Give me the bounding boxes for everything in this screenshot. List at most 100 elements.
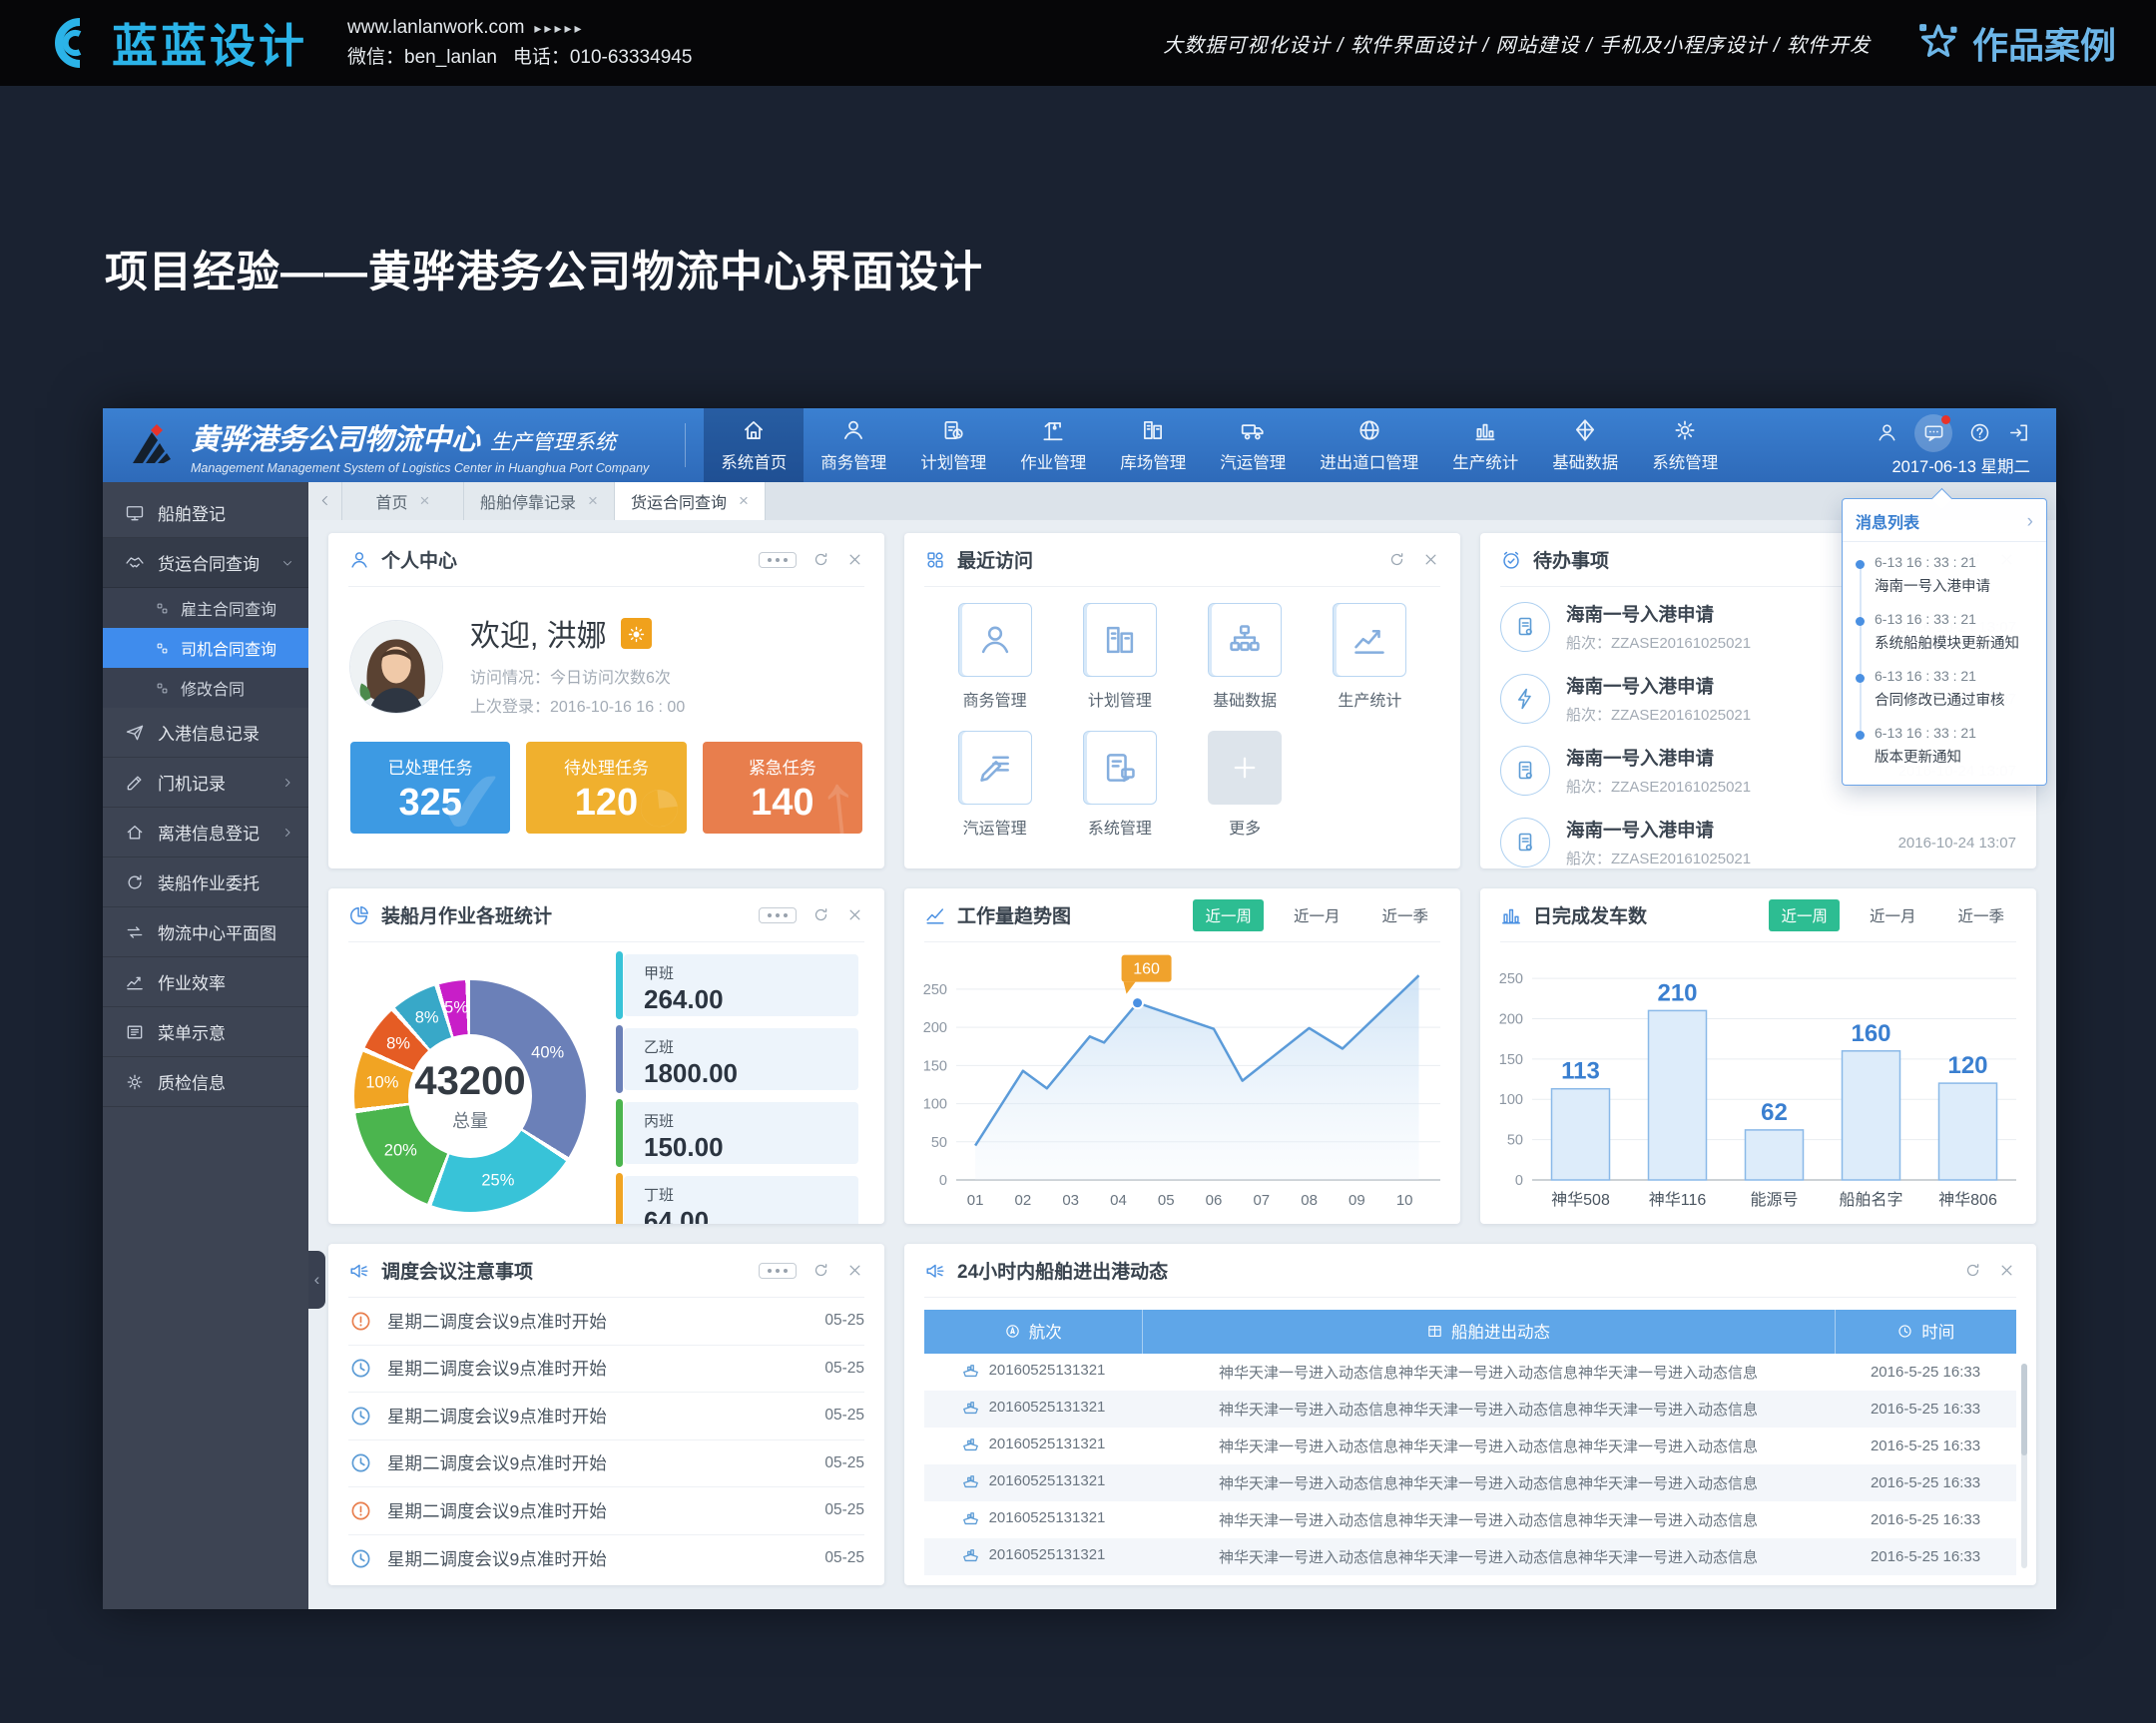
- refresh-button[interactable]: [1387, 550, 1406, 569]
- message-item-0[interactable]: 6-13 16 : 33 : 21海南一号入港申请: [1853, 547, 2034, 604]
- todo-item-3[interactable]: 海南一号入港申请船次：ZZASE20161025021 2016-10-24 1…: [1500, 807, 2016, 868]
- nav-item-0[interactable]: 系统首页: [704, 408, 804, 482]
- user-account-button[interactable]: [1876, 421, 1898, 444]
- table-row-2[interactable]: 20160525131321 神华天津一号进入动态信息神华天津一号进入动态信息神…: [924, 1428, 2016, 1464]
- more-options-button[interactable]: [759, 1263, 797, 1279]
- meeting-item-0[interactable]: 星期二调度会议9点准时开始05-25: [348, 1298, 864, 1346]
- close-card-button[interactable]: [1421, 550, 1440, 569]
- svg-text:10: 10: [1396, 1192, 1413, 1209]
- todo-item-icon: [1500, 602, 1550, 652]
- main-nav: 系统首页商务管理计划管理作业管理库场管理汽运管理进出道口管理生产统计基础数据系统…: [704, 408, 1876, 482]
- nav-item-5[interactable]: 汽运管理: [1203, 408, 1303, 482]
- table-row-1[interactable]: 20160525131321 神华天津一号进入动态信息神华天津一号进入动态信息神…: [924, 1391, 2016, 1428]
- close-card-button[interactable]: [1997, 1261, 2016, 1280]
- shortcut-1[interactable]: 计划管理: [1083, 603, 1157, 711]
- sidebar-subitem-1-2[interactable]: 修改合同: [103, 668, 308, 708]
- pendoc-icon: [976, 749, 1014, 787]
- meeting-item-2[interactable]: 星期二调度会议9点准时开始05-25: [348, 1393, 864, 1440]
- close-card-button[interactable]: [845, 550, 864, 569]
- sidebar-item-1[interactable]: 货运合同查询: [103, 538, 308, 588]
- tab-0[interactable]: 首页×: [342, 482, 464, 520]
- nav-item-9[interactable]: 系统管理: [1635, 408, 1735, 482]
- table-row-5[interactable]: 20160525131321 神华天津一号进入动态信息神华天津一号进入动态信息神…: [924, 1538, 2016, 1575]
- range-toggle-0[interactable]: 近一周: [1769, 899, 1840, 931]
- message-item-3[interactable]: 6-13 16 : 33 : 21版本更新通知: [1853, 718, 2034, 775]
- shortcut-3[interactable]: 生产统计: [1333, 603, 1406, 711]
- todo-subtitle: 船次：ZZASE20161025021: [1566, 704, 1751, 725]
- range-toggle-1[interactable]: 近一月: [1282, 899, 1352, 931]
- exit-icon: [2007, 421, 2030, 444]
- sidebar-subitem-1-0[interactable]: 雇主合同查询: [103, 588, 308, 628]
- table-row-0[interactable]: 20160525131321 神华天津一号进入动态信息神华天津一号进入动态信息神…: [924, 1354, 2016, 1391]
- message-item-2[interactable]: 6-13 16 : 33 : 21合同修改已通过审核: [1853, 661, 2034, 718]
- table-row-3[interactable]: 20160525131321 神华天津一号进入动态信息神华天津一号进入动态信息神…: [924, 1464, 2016, 1501]
- nav-item-2[interactable]: 计划管理: [903, 408, 1003, 482]
- more-options-button[interactable]: [759, 552, 797, 568]
- tab-2[interactable]: 货运合同查询×: [615, 482, 766, 520]
- sidebar-collapse-handle[interactable]: ‹: [308, 1251, 325, 1309]
- meeting-item-5[interactable]: 星期二调度会议9点准时开始05-25: [348, 1535, 864, 1583]
- sidebar-item-0[interactable]: 船舶登记: [103, 488, 308, 538]
- tab-close-icon[interactable]: ×: [739, 491, 749, 511]
- welcome-text: 欢迎, 洪娜: [470, 611, 607, 655]
- nav-item-6[interactable]: 进出道口管理: [1303, 408, 1435, 482]
- more-options-button[interactable]: [759, 907, 797, 923]
- tab-1[interactable]: 船舶停靠记录×: [464, 482, 615, 520]
- tab-close-icon[interactable]: ×: [588, 491, 598, 511]
- tab-scroll-left-button[interactable]: [308, 482, 342, 520]
- close-card-button[interactable]: [845, 1261, 864, 1280]
- range-toggle-2[interactable]: 近一季: [1369, 899, 1440, 931]
- nav-item-8[interactable]: 基础数据: [1535, 408, 1635, 482]
- svg-text:神华116: 神华116: [1649, 1191, 1707, 1209]
- table-row-4[interactable]: 20160525131321 神华天津一号进入动态信息神华天津一号进入动态信息神…: [924, 1501, 2016, 1538]
- sidebar-item-9[interactable]: 质检信息: [103, 1057, 308, 1107]
- user-icon: [976, 621, 1014, 659]
- orgchart-icon: [1226, 621, 1264, 659]
- refresh-button[interactable]: [811, 550, 830, 569]
- sidebar-item-5[interactable]: 装船作业委托: [103, 858, 308, 907]
- meeting-item-4[interactable]: 星期二调度会议9点准时开始05-25: [348, 1487, 864, 1535]
- meeting-text: 星期二调度会议9点准时开始: [387, 1546, 607, 1571]
- nav-item-3[interactable]: 作业管理: [1003, 408, 1103, 482]
- table-row-6[interactable]: 20160525131321 神华天津一号进入动态信息神华天津一号进入动态信息神…: [924, 1575, 2016, 1585]
- sidebar-item-3[interactable]: 门机记录: [103, 758, 308, 808]
- meeting-item-1[interactable]: 星期二调度会议9点准时开始05-25: [348, 1346, 864, 1394]
- visit-info: 访问情况：今日访问次数6次: [470, 664, 685, 693]
- shortcut-0[interactable]: 商务管理: [958, 603, 1032, 711]
- notification-badge: [1941, 415, 1950, 424]
- sidebar-item-7[interactable]: 作业效率: [103, 957, 308, 1007]
- sidebar-item-label: 作业效率: [158, 969, 226, 994]
- messages-button[interactable]: [1914, 414, 1952, 452]
- message-item-1[interactable]: 6-13 16 : 33 : 21系统船舶模块更新通知: [1853, 604, 2034, 661]
- dashboard-header: 黄骅港务公司物流中心生产管理系统 Management Management S…: [103, 408, 2056, 482]
- nav-item-7[interactable]: 生产统计: [1435, 408, 1535, 482]
- shortcut-4[interactable]: 汽运管理: [958, 731, 1032, 839]
- range-toggle-0[interactable]: 近一周: [1193, 899, 1264, 931]
- shortcut-6[interactable]: 更多: [1208, 731, 1282, 839]
- meeting-date: 05-25: [824, 1501, 864, 1519]
- help-button[interactable]: [1968, 421, 1991, 444]
- refresh-button[interactable]: [811, 905, 830, 924]
- sidebar-item-4[interactable]: 离港信息登记: [103, 808, 308, 858]
- refresh-button[interactable]: [1963, 1261, 1982, 1280]
- popup-more-arrow[interactable]: ›: [2027, 512, 2033, 531]
- shortcut-5[interactable]: 系统管理: [1083, 731, 1157, 839]
- refresh-button[interactable]: [811, 1261, 830, 1280]
- sidebar-subitem-1-1[interactable]: 司机合同查询: [103, 628, 308, 668]
- sidebar-item-8[interactable]: 菜单示意: [103, 1007, 308, 1057]
- range-toggle-2[interactable]: 近一季: [1945, 899, 2016, 931]
- close-card-button[interactable]: [845, 905, 864, 924]
- meeting-item-3[interactable]: 星期二调度会议9点准时开始05-25: [348, 1440, 864, 1488]
- nav-item-4[interactable]: 库场管理: [1103, 408, 1203, 482]
- nav-item-1[interactable]: 商务管理: [804, 408, 903, 482]
- portfolio-link[interactable]: 作品案例: [1916, 17, 2116, 69]
- sidebar-item-6[interactable]: 物流中心平面图: [103, 907, 308, 957]
- range-toggle-1[interactable]: 近一月: [1858, 899, 1928, 931]
- shortcut-2[interactable]: 基础数据: [1208, 603, 1282, 711]
- site-url[interactable]: www.lanlanwork.com: [347, 17, 524, 38]
- logout-button[interactable]: [2007, 421, 2030, 444]
- sidebar-item-2[interactable]: 入港信息记录: [103, 708, 308, 758]
- table-scrollbar[interactable]: [2021, 1364, 2027, 1568]
- tab-close-icon[interactable]: ×: [420, 491, 430, 511]
- chevL-icon: [317, 493, 332, 508]
